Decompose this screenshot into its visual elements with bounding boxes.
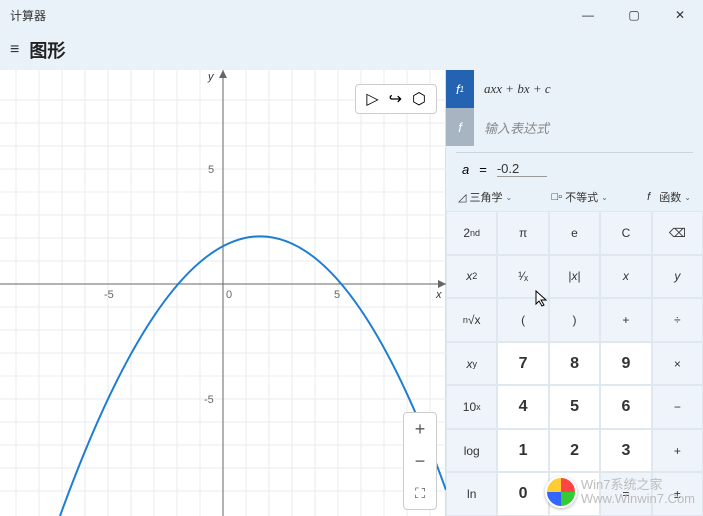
close-button[interactable]: ✕	[657, 0, 703, 30]
calculator-keypad: 2nd π e C ⌫ x2 ¹⁄ₓ |x| x y n√x ( ) + ÷	[446, 211, 703, 516]
svg-text:5: 5	[334, 289, 340, 301]
maximize-button[interactable]: ▢	[611, 0, 657, 30]
key-log[interactable]: log	[446, 429, 497, 473]
svg-text:-5: -5	[104, 289, 114, 301]
trace-tool-icon[interactable]: ▷	[366, 89, 378, 109]
trig-dropdown[interactable]: ◿三角学⌄	[454, 187, 516, 207]
key-10-to-x[interactable]: 10x	[446, 385, 497, 429]
function-expression[interactable]: axx + bx + c	[474, 81, 551, 97]
key-nth-root[interactable]: n√x	[446, 298, 497, 342]
key-6[interactable]: 6	[600, 385, 651, 429]
function-input-placeholder[interactable]: 输入表达式	[474, 118, 549, 137]
zoom-in-button[interactable]: +	[404, 413, 436, 445]
variable-row[interactable]: a = -0.2	[446, 159, 703, 185]
key-divide[interactable]: ÷	[652, 298, 703, 342]
y-axis-label: y	[207, 71, 215, 83]
zoom-out-button[interactable]: −	[404, 445, 436, 477]
app-title: 计算器	[10, 7, 46, 24]
key-close-paren[interactable]: )	[549, 298, 600, 342]
svg-text:0: 0	[226, 289, 232, 301]
minimize-button[interactable]: —	[565, 0, 611, 30]
key-7[interactable]: 7	[497, 342, 548, 386]
mode-title: 图形	[29, 37, 65, 63]
function-row-1[interactable]: f1 axx + bx + c	[446, 70, 703, 108]
svg-text:-5: -5	[204, 394, 214, 406]
key-open-paren[interactable]: (	[497, 298, 548, 342]
key-8[interactable]: 8	[549, 342, 600, 386]
key-multiply[interactable]: ×	[652, 342, 703, 386]
inequality-dropdown[interactable]: □▫不等式⌄	[548, 187, 612, 207]
key-x-to-y[interactable]: xy	[446, 342, 497, 386]
key-1[interactable]: 1	[497, 429, 548, 473]
hamburger-icon[interactable]: ≡	[10, 41, 19, 59]
key-clear[interactable]: C	[600, 211, 651, 255]
key-4[interactable]: 4	[497, 385, 548, 429]
key-negate[interactable]: ±	[652, 472, 703, 516]
zoom-fit-button[interactable]: ⛶	[404, 477, 436, 509]
graph-settings-icon[interactable]: ⬡	[412, 89, 426, 109]
key-backspace[interactable]: ⌫	[652, 211, 703, 255]
variable-value-input[interactable]: -0.2	[497, 161, 547, 177]
key-pi[interactable]: π	[497, 211, 548, 255]
key-decimal[interactable]: .	[549, 472, 600, 516]
equals-sign: =	[479, 162, 487, 177]
key-minus[interactable]: −	[652, 385, 703, 429]
key-equals[interactable]: =	[600, 472, 651, 516]
window-titlebar: 计算器 — ▢ ✕	[0, 0, 703, 30]
graph-grid: y x -5 0 5 5 -5	[0, 70, 446, 516]
key-3[interactable]: 3	[600, 429, 651, 473]
key-var-x[interactable]: x	[600, 255, 651, 299]
key-plus[interactable]: +	[652, 429, 703, 473]
svg-text:5: 5	[208, 164, 214, 176]
key-var-y[interactable]: y	[652, 255, 703, 299]
share-icon[interactable]: ↪	[389, 89, 402, 109]
key-2[interactable]: 2	[549, 429, 600, 473]
graph-canvas[interactable]: y x -5 0 5 5 -5 ▷ ↪ ⬡ + − ⛶	[0, 70, 446, 516]
key-0[interactable]: 0	[497, 472, 548, 516]
key-5[interactable]: 5	[549, 385, 600, 429]
key-reciprocal[interactable]: ¹⁄ₓ	[497, 255, 548, 299]
key-2nd[interactable]: 2nd	[446, 211, 497, 255]
function-badge-new[interactable]: f	[446, 108, 474, 146]
side-panel: f1 axx + bx + c f 输入表达式 a = -0.2 ◿三角学⌄ □…	[446, 70, 703, 516]
category-row: ◿三角学⌄ □▫不等式⌄ f 函数⌄	[446, 185, 703, 211]
zoom-controls: + − ⛶	[403, 412, 437, 510]
key-e[interactable]: e	[549, 211, 600, 255]
mode-header: ≡ 图形	[0, 30, 703, 70]
x-axis-label: x	[435, 289, 442, 301]
function-dropdown[interactable]: f 函数⌄	[643, 187, 695, 207]
key-x-squared[interactable]: x2	[446, 255, 497, 299]
graph-toolbar: ▷ ↪ ⬡	[355, 84, 437, 114]
key-ln[interactable]: ln	[446, 472, 497, 516]
function-badge-1[interactable]: f1	[446, 70, 474, 108]
function-row-input[interactable]: f 输入表达式	[446, 108, 703, 146]
key-plus-small[interactable]: +	[600, 298, 651, 342]
variable-name: a	[462, 162, 469, 177]
key-9[interactable]: 9	[600, 342, 651, 386]
panel-divider	[456, 152, 693, 153]
key-abs[interactable]: |x|	[549, 255, 600, 299]
